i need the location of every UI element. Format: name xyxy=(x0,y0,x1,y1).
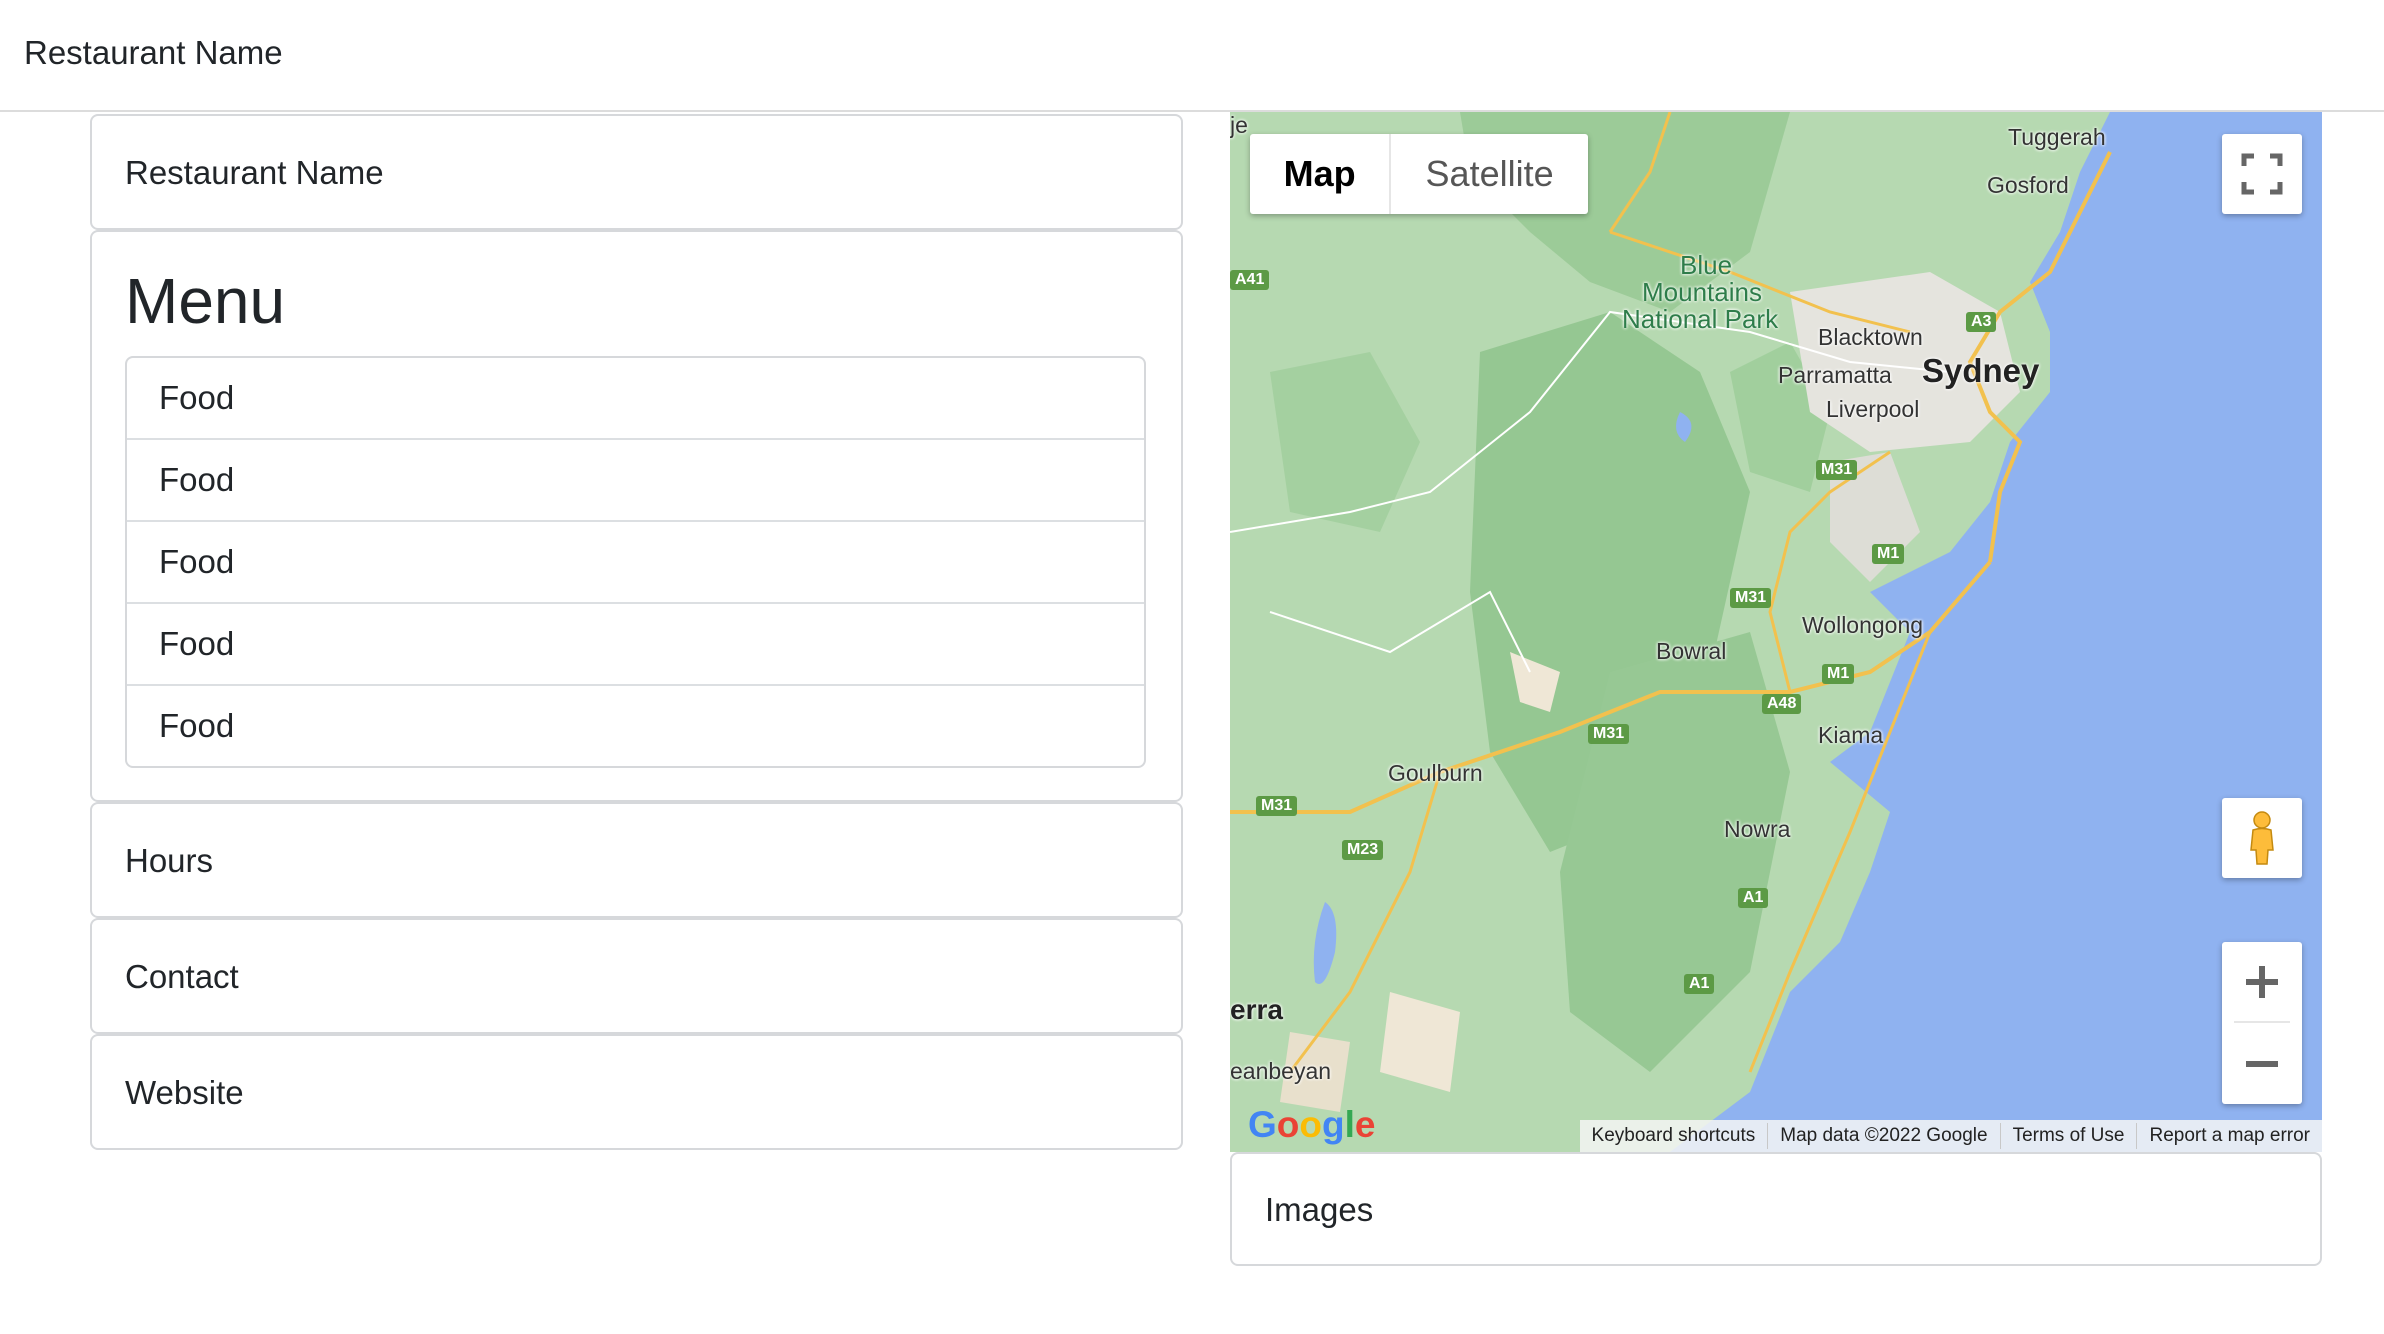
place-label: Sydney xyxy=(1922,352,2040,389)
menu-card: Menu Food Food Food Food Food xyxy=(90,230,1183,802)
map-terrain xyxy=(1230,112,2322,1152)
place-label: Blacktown xyxy=(1818,324,1923,350)
website-card: Website xyxy=(90,1034,1183,1150)
road-shield: M23 xyxy=(1342,840,1384,860)
place-label: Blue xyxy=(1680,250,1733,280)
map-type-map-button[interactable]: Map xyxy=(1250,134,1392,214)
restaurant-name-text: Restaurant Name xyxy=(125,154,384,191)
road-shield: M1 xyxy=(1872,544,1905,564)
map-canvas[interactable]: je Tuggerah Gosford Blue Mountains Natio… xyxy=(1230,112,2322,1152)
place-label: eanbeyan xyxy=(1230,1058,1332,1084)
road-shield: A1 xyxy=(1684,974,1715,994)
menu-list: Food Food Food Food Food xyxy=(125,356,1146,768)
map-type-satellite-button[interactable]: Satellite xyxy=(1391,134,1588,214)
menu-item[interactable]: Food xyxy=(127,604,1144,686)
map-footer: Keyboard shortcuts Map data ©2022 Google… xyxy=(1579,1120,2322,1152)
report-map-error-link[interactable]: Report a map error xyxy=(2136,1123,2322,1149)
place-label: Parramatta xyxy=(1778,362,1892,388)
place-label: je xyxy=(1230,112,1248,138)
menu-item[interactable]: Food xyxy=(127,358,1144,440)
minus-icon[interactable] xyxy=(2222,1024,2302,1104)
road-shield: A1 xyxy=(1738,888,1769,908)
navbar-brand[interactable]: Restaurant Name xyxy=(24,34,283,72)
place-label: Mountains xyxy=(1642,277,1762,307)
place-label: Nowra xyxy=(1724,816,1791,842)
hours-text: Hours xyxy=(125,842,214,879)
google-logo: Google xyxy=(1248,1104,1376,1145)
plus-icon[interactable] xyxy=(2222,942,2302,1022)
place-label: Liverpool xyxy=(1826,396,1920,422)
road-shield: M31 xyxy=(1588,724,1630,744)
road-shield: M31 xyxy=(1256,796,1298,816)
place-label: Wollongong xyxy=(1802,612,1924,638)
menu-item[interactable]: Food xyxy=(127,686,1144,766)
keyboard-shortcuts-link[interactable]: Keyboard shortcuts xyxy=(1580,1123,1768,1149)
place-label: Kiama xyxy=(1818,722,1884,748)
images-card: Images xyxy=(1230,1152,2322,1266)
fullscreen-button[interactable] xyxy=(2222,134,2302,214)
fullscreen-icon xyxy=(2241,153,2283,195)
place-label: Goulburn xyxy=(1388,760,1483,786)
road-shield: M31 xyxy=(1730,588,1772,608)
place-label: Bowral xyxy=(1656,638,1727,664)
images-text: Images xyxy=(1265,1191,1374,1228)
map-data-attribution: Map data ©2022 Google xyxy=(1767,1123,1999,1149)
zoom-control xyxy=(2222,942,2302,1104)
contact-text: Contact xyxy=(125,958,239,995)
place-label: Gosford xyxy=(1987,172,2069,198)
terms-of-use-link[interactable]: Terms of Use xyxy=(1999,1123,2137,1149)
restaurant-name-card: Restaurant Name xyxy=(90,114,1183,230)
menu-item[interactable]: Food xyxy=(127,440,1144,522)
place-label: National Park xyxy=(1622,304,1779,334)
road-shield: M31 xyxy=(1816,460,1858,480)
contact-card: Contact xyxy=(90,918,1183,1034)
navbar: Restaurant Name xyxy=(0,0,2384,112)
road-shield: A3 xyxy=(1966,312,1997,332)
menu-title: Menu xyxy=(125,265,286,337)
zoom-divider xyxy=(2234,1021,2290,1023)
road-shield: M1 xyxy=(1822,664,1855,684)
website-text: Website xyxy=(125,1074,244,1111)
menu-item[interactable]: Food xyxy=(127,522,1144,604)
road-shield: A48 xyxy=(1762,694,1802,714)
map-type-control: Map Satellite xyxy=(1250,134,1588,214)
street-view-pegman-icon xyxy=(2250,811,2274,865)
place-label: Tuggerah xyxy=(2008,124,2106,150)
street-view-button[interactable] xyxy=(2222,798,2302,878)
place-label: erra xyxy=(1230,994,1283,1025)
hours-card: Hours xyxy=(90,802,1183,918)
road-shield: A41 xyxy=(1230,270,1270,290)
